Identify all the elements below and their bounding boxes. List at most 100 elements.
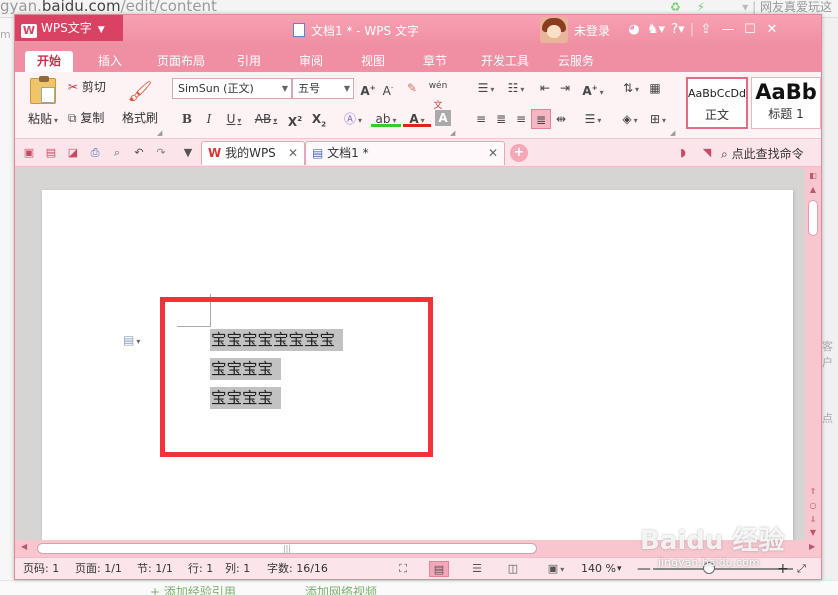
save-icon[interactable]: ▤	[43, 145, 59, 160]
browse-object-icon[interactable]: ○	[807, 500, 819, 512]
new-tab-button[interactable]: +	[510, 144, 528, 162]
share-icon[interactable]: ◥	[699, 145, 715, 160]
undo-icon[interactable]: ↶	[131, 145, 147, 160]
outline-view-icon[interactable]: ☰	[467, 561, 487, 577]
zoom-out-icon[interactable]: —	[637, 558, 651, 579]
reading-mode-icon[interactable]: ▣ ▾	[541, 561, 571, 577]
customize-toolbar-icon[interactable]: ▼	[180, 145, 196, 160]
bold-button[interactable]: B	[177, 109, 197, 129]
paste-button[interactable]: 粘贴 ▾	[25, 76, 61, 127]
vertical-scrollbar[interactable]: ◧ ▲ ⇑ ○ ⇓ ▼	[805, 168, 821, 540]
status-page-number[interactable]: 页码: 1	[23, 558, 59, 579]
doc-tab-document1[interactable]: ▤ 文档1 * ✕	[305, 141, 505, 165]
char-shading-icon[interactable]: A	[435, 110, 451, 126]
text-direction-icon[interactable]: A+ ▾	[579, 78, 607, 98]
prev-page-icon[interactable]: ⇑	[807, 486, 819, 498]
close-button[interactable]: ✕	[761, 21, 783, 39]
login-link[interactable]: 未登录	[574, 22, 610, 39]
italic-button[interactable]: I	[199, 109, 219, 129]
align-center-icon[interactable]: ≣	[491, 109, 511, 129]
zoom-level[interactable]: 140 %	[581, 558, 616, 579]
avatar[interactable]	[540, 17, 568, 43]
format-painter-button[interactable]: 🖌 格式刷	[120, 78, 160, 126]
table-grid-icon[interactable]: ▦	[645, 78, 665, 98]
split-view-icon[interactable]: ◧	[807, 170, 819, 182]
border-icon[interactable]: ⊞ ▾	[645, 109, 671, 129]
superscript-button[interactable]: X2	[285, 109, 305, 129]
font-size-select[interactable]: 五号 ▼	[292, 78, 354, 99]
new-doc-icon[interactable]: ▣	[21, 145, 37, 160]
scroll-left-icon[interactable]: ◀	[21, 542, 27, 551]
browser-url[interactable]: gyan.baidu.com/edit/content	[0, 0, 217, 15]
clear-format-icon[interactable]: ✎	[402, 78, 422, 98]
redo-icon[interactable]: ↷	[153, 145, 169, 160]
grow-font-icon[interactable]: A+	[358, 78, 378, 98]
tab-view[interactable]: 视图	[353, 51, 393, 72]
decrease-indent-icon[interactable]: ⇤	[535, 78, 555, 98]
document-page[interactable]: ▤ ▾ 宝宝宝宝宝宝宝宝 宝宝宝宝 宝宝宝宝	[42, 190, 793, 540]
scroll-down-icon[interactable]: ▼	[807, 527, 819, 539]
tab-review[interactable]: 审阅	[291, 51, 331, 72]
distribute-icon[interactable]: ⇹	[551, 109, 571, 129]
font-launcher-icon[interactable]: ◢	[450, 129, 455, 137]
subscript-button[interactable]: X2	[309, 109, 329, 129]
fit-page-icon[interactable]: ⤢	[797, 558, 806, 579]
doc-tab-my-wps[interactable]: W 我的WPS ✕	[201, 141, 305, 165]
paragraph-layout-icon[interactable]: ▤ ▾	[123, 333, 140, 347]
scroll-thumb[interactable]: |||	[37, 543, 537, 554]
underline-button[interactable]: U ▾	[221, 109, 247, 129]
align-right-icon[interactable]: ≡	[511, 109, 531, 129]
justify-icon[interactable]: ≣	[531, 109, 551, 129]
scroll-up-icon[interactable]: ▲	[807, 184, 819, 196]
pinyin-guide-icon[interactable]: wén 文	[425, 76, 451, 111]
align-left-icon[interactable]: ≡	[471, 109, 491, 129]
highlight-icon[interactable]: ab ▾	[371, 109, 401, 127]
font-color-icon[interactable]: A ▾	[403, 109, 431, 127]
increase-indent-icon[interactable]: ⇥	[555, 78, 575, 98]
shrink-font-icon[interactable]: A-	[378, 78, 398, 98]
next-page-icon[interactable]: ⇓	[807, 514, 819, 526]
page-view-icon[interactable]: ▤	[429, 561, 449, 577]
export-pdf-icon[interactable]: ◪	[65, 145, 81, 160]
print-icon[interactable]: ⎙	[87, 145, 103, 160]
cut-button[interactable]: ✂ 剪切	[68, 78, 106, 95]
bullet-list-icon[interactable]: ☰ ▾	[471, 78, 501, 98]
zoom-dropdown-icon[interactable]: ▾	[617, 558, 622, 579]
strikethrough-button[interactable]: AB ▾	[251, 109, 281, 129]
add-video-link[interactable]: 添加网络视频	[305, 583, 377, 595]
web-view-icon[interactable]: ◫	[503, 561, 523, 577]
browser-extension-icons[interactable]: ♻ ⚡	[670, 0, 711, 14]
status-word-count[interactable]: 字数: 16/16	[267, 558, 328, 579]
wps-app-menu-button[interactable]: W WPS文字 ▼	[15, 15, 123, 41]
fullscreen-icon[interactable]: ⛶	[393, 561, 413, 577]
tab-references[interactable]: 引用	[229, 51, 269, 72]
font-name-select[interactable]: SimSun (正文) ▼	[172, 78, 292, 99]
text-effect-icon[interactable]: Ⓐ ▾	[339, 109, 367, 129]
tab-insert[interactable]: 插入	[91, 51, 129, 72]
print-preview-icon[interactable]: ⌕	[109, 145, 125, 160]
tab-home[interactable]: 开始	[25, 51, 73, 72]
tab-developer-tools[interactable]: 开发工具	[473, 51, 537, 72]
copy-button[interactable]: ⧉ 复制	[68, 109, 104, 126]
close-icon[interactable]: ✕	[288, 142, 298, 164]
zoom-in-icon[interactable]: +	[777, 558, 789, 579]
style-normal[interactable]: AaBbCcDd 正文	[686, 77, 748, 129]
tab-cloud-services[interactable]: 云服务	[551, 51, 601, 72]
close-icon[interactable]: ✕	[488, 142, 498, 164]
scroll-right-icon[interactable]: ▶	[809, 542, 815, 551]
minimize-button[interactable]: —	[717, 21, 739, 39]
line-spacing-icon[interactable]: ☰ ▾	[579, 109, 607, 129]
add-reference-link[interactable]: + 添加经验引用	[150, 583, 236, 595]
paragraph-launcher-icon[interactable]: ◢	[670, 129, 675, 137]
scroll-thumb[interactable]	[808, 200, 818, 236]
maximize-button[interactable]: ☐	[739, 21, 761, 39]
command-search-input[interactable]: ⌕ 点此查找命令	[721, 145, 804, 162]
mascot-icon[interactable]: ♞▾	[645, 21, 667, 39]
tab-page-layout[interactable]: 页面布局	[151, 51, 211, 72]
style-heading-1[interactable]: AaBb 标题 1	[751, 77, 821, 129]
upload-icon[interactable]: ⇪	[695, 21, 717, 39]
skin-icon[interactable]: ◕	[623, 21, 645, 39]
help-icon[interactable]: ?▾	[667, 21, 689, 39]
sort-icon[interactable]: ⇅ ▾	[617, 78, 645, 98]
shading-icon[interactable]: ◈ ▾	[615, 109, 645, 129]
